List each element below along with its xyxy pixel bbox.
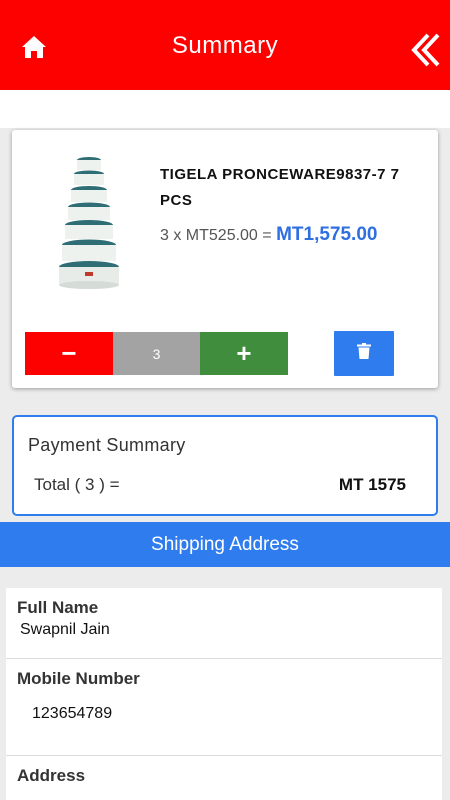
decrease-quantity-button[interactable]: −: [25, 332, 113, 375]
total-label: Total ( 3 ) =: [34, 475, 120, 494]
payment-summary-heading: Payment Summary: [28, 435, 186, 455]
shipping-address-card: Full Name Swapnil Jain Mobile Number 123…: [6, 588, 442, 800]
full-name-value: Swapnil Jain: [20, 621, 110, 638]
mobile-number-label: Mobile Number: [17, 669, 140, 688]
increase-quantity-button[interactable]: +: [200, 332, 288, 375]
mobile-number-value: 123654789: [32, 705, 113, 722]
full-name-label: Full Name: [17, 598, 99, 617]
cart-item-card: TIGELA PRONCEWARE9837-7 7 PCS 3 x MT525.…: [12, 130, 438, 388]
total-value: MT 1575: [338, 475, 406, 494]
payment-summary: Payment Summary Total ( 3 ) = MT 1575: [12, 415, 438, 516]
quantity-value: 3: [113, 332, 200, 375]
app-bar: Summary: [0, 0, 450, 90]
price-line: 3 x MT525.00 = MT1,575.00: [160, 224, 377, 246]
back-icon[interactable]: [408, 30, 444, 70]
mobile-number-field[interactable]: Mobile Number 123654789: [6, 659, 442, 755]
trash-icon: [357, 343, 371, 364]
address-field[interactable]: Address: [6, 756, 442, 800]
header-spacer: [0, 90, 450, 128]
product-name: TIGELA PRONCEWARE9837-7 7 PCS: [160, 166, 400, 209]
quantity-stepper: − 3 +: [25, 332, 288, 375]
address-label: Address: [17, 766, 86, 785]
unit-price-text: 3 x MT525.00 =: [160, 227, 277, 244]
full-name-field[interactable]: Full Name Swapnil Jain: [6, 588, 442, 658]
delete-item-button[interactable]: [334, 331, 394, 376]
page-title: Summary: [171, 32, 279, 59]
line-total: MT1,575.00: [276, 224, 378, 245]
product-image: [52, 152, 127, 292]
shipping-address-header: Shipping Address: [0, 522, 450, 567]
